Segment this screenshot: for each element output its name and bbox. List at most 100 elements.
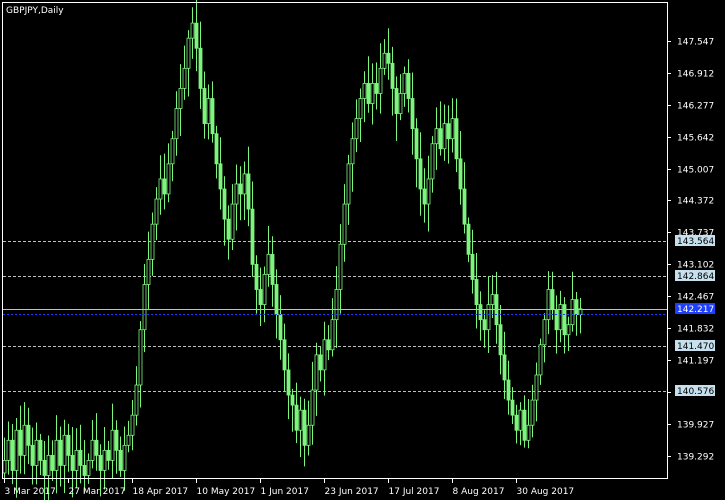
price-tick-label: 141.197	[677, 357, 714, 367]
price-tick-label: 139.292	[677, 453, 714, 463]
candle-body	[162, 178, 167, 195]
time-tick-label: 27 Mar 2017	[69, 487, 126, 497]
candle-body	[82, 465, 87, 476]
time-tick-label: 3 Mar 2017	[5, 487, 56, 497]
candle-body	[518, 409, 523, 431]
candle-body	[146, 258, 151, 285]
chart[interactable]: 147.547 146.912 146.277 145.642 145.007 144.3…	[0, 0, 725, 500]
candle-body	[54, 439, 59, 471]
candle-body	[126, 434, 131, 446]
candle-body	[334, 289, 339, 321]
candle-body	[30, 444, 35, 466]
candle-body	[38, 439, 43, 461]
candle-body	[102, 449, 107, 471]
candle-body	[370, 83, 375, 104]
candle-body	[354, 118, 359, 140]
candle-body	[262, 274, 267, 305]
candle-body	[558, 304, 563, 331]
time-tick-label: 30 Aug 2017	[517, 487, 575, 497]
candle-body	[238, 183, 243, 195]
candle-body	[178, 88, 183, 109]
price-tick-label: 145.007	[677, 166, 714, 176]
candle-body	[214, 133, 219, 165]
candle-body	[462, 188, 467, 225]
candle-body	[482, 319, 487, 331]
candle-body	[566, 324, 571, 336]
time-tick-label: 18 Apr 2017	[133, 487, 189, 497]
candle-body	[374, 83, 379, 94]
candle-body	[42, 460, 47, 476]
candle-body	[414, 128, 419, 160]
candle-body	[418, 158, 423, 190]
candle-body	[46, 454, 51, 476]
candle-body	[58, 439, 63, 466]
candle-body	[150, 223, 155, 260]
candle-body	[546, 289, 551, 321]
bid-label: 142.217	[677, 305, 714, 315]
candle-body	[486, 304, 491, 331]
candle-body	[350, 138, 355, 165]
candle-body	[250, 208, 255, 265]
candle-body	[170, 138, 175, 165]
candle-body	[62, 434, 67, 466]
candle-body	[154, 198, 159, 225]
candle-body	[342, 203, 347, 245]
level-label: 141.470	[677, 342, 714, 352]
candle-body	[530, 399, 535, 426]
candle-body	[254, 263, 259, 290]
candle-body	[14, 429, 19, 471]
candle-body	[22, 424, 27, 456]
candle-body	[366, 83, 371, 104]
candle-body	[202, 88, 207, 125]
candle-body	[510, 399, 515, 416]
candle-body	[106, 449, 111, 461]
price-tick-label: 145.642	[677, 134, 714, 144]
candle-body	[270, 253, 275, 285]
candle-body	[242, 173, 247, 195]
candle-body	[570, 299, 575, 326]
candle-body	[362, 83, 367, 99]
candle-body	[442, 123, 447, 150]
candle-body	[218, 163, 223, 190]
candle-body	[226, 218, 231, 240]
candle-body	[402, 72, 407, 94]
candle-body	[390, 62, 395, 89]
candle-body	[206, 98, 211, 125]
candle-body	[426, 178, 431, 205]
candle-body	[554, 309, 559, 331]
time-tick-label: 17 Jul 2017	[389, 487, 440, 497]
candle-body	[34, 439, 39, 466]
candle-body	[6, 439, 11, 461]
time-tick-label: 8 Aug 2017	[453, 487, 505, 497]
candle-body	[318, 354, 323, 371]
candle-body	[574, 299, 579, 316]
candle-body	[310, 389, 315, 426]
candle-body	[298, 409, 303, 431]
candle-body	[18, 429, 23, 456]
candle-body	[94, 439, 99, 456]
candle-body	[398, 93, 403, 114]
candle-body	[142, 284, 147, 331]
price-tick-label: 139.927	[677, 421, 714, 431]
candle-body	[78, 449, 83, 466]
candle-body	[498, 324, 503, 356]
candle-body	[438, 128, 443, 150]
candle-body	[210, 98, 215, 135]
candle-body	[470, 253, 475, 280]
level-label: 140.576	[677, 387, 714, 397]
candle-body	[302, 409, 307, 446]
candle-body	[278, 314, 283, 341]
time-tick-label: 1 Jun 2017	[261, 487, 309, 497]
candle-body	[282, 339, 287, 371]
candle-body	[118, 449, 123, 471]
candle-body	[338, 243, 343, 290]
candle-body	[138, 329, 143, 386]
candle-body	[306, 424, 311, 446]
candle-body	[430, 143, 435, 180]
candle-body	[290, 394, 295, 406]
candle-body	[514, 414, 519, 431]
candle-body	[502, 354, 507, 381]
price-tick-label: 143.102	[677, 261, 714, 271]
candle-body	[490, 294, 495, 305]
candle-body	[74, 449, 79, 471]
